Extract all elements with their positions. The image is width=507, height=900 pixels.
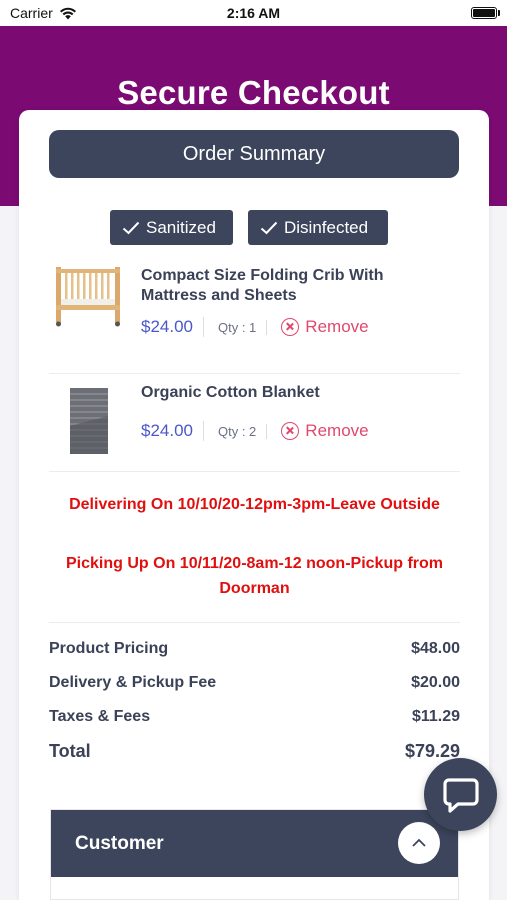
totals-section: Product Pricing $48.00 Delivery & Pickup…	[49, 632, 460, 768]
customer-header[interactable]: Customer	[51, 810, 458, 877]
order-summary-label: Order Summary	[182, 142, 326, 165]
customer-title: Customer	[75, 832, 164, 854]
item-name[interactable]: Organic Cotton Blanket	[141, 383, 441, 403]
pickup-notice: Picking Up On 10/11/20-8am-12 noon-Picku…	[66, 555, 443, 597]
badge-label: Sanitized	[146, 217, 216, 237]
chat-bubble-icon	[442, 777, 479, 813]
close-circle-icon	[281, 422, 300, 440]
totals-row-product-pricing: Product Pricing $48.00	[49, 632, 460, 666]
chevron-up-icon	[412, 838, 426, 847]
collapse-button[interactable]	[398, 822, 440, 864]
order-summary-button[interactable]: Order Summary	[49, 130, 459, 178]
status-bar: Carrier 2:16 AM	[0, 0, 507, 26]
divider	[49, 622, 460, 623]
disinfected-badge: Disinfected	[248, 210, 388, 245]
item-price: $24.00	[141, 421, 204, 441]
remove-label: Remove	[305, 317, 369, 336]
cart-item: Organic Cotton Blanket $24.00 Qty : 2 Re…	[49, 372, 460, 472]
item-name[interactable]: Compact Size Folding Crib With Mattress …	[141, 266, 441, 306]
totals-row-total: Total $79.29	[49, 734, 460, 768]
sanitized-badge: Sanitized	[110, 210, 233, 245]
item-qty[interactable]: Qty : 1	[204, 319, 268, 335]
status-time: 2:16 AM	[226, 5, 281, 21]
check-icon	[122, 221, 140, 234]
totals-value: $11.29	[411, 708, 460, 725]
totals-value: $48.00	[411, 640, 460, 657]
checkout-card: Order Summary Sanitized Disinfected Comp…	[19, 110, 489, 900]
cart-item: Compact Size Folding Crib With Mattress …	[49, 255, 460, 373]
badge-label: Disinfected	[284, 217, 369, 237]
totals-value: $20.00	[411, 674, 460, 691]
item-meta: $24.00 Qty : 2 Remove	[141, 421, 369, 441]
total-label: Total	[49, 740, 91, 761]
battery-nub	[498, 10, 500, 16]
battery-icon	[471, 7, 497, 19]
totals-label: Delivery & Pickup Fee	[49, 674, 217, 691]
page-title: Secure Checkout	[117, 74, 390, 111]
totals-row-delivery-fee: Delivery & Pickup Fee $20.00	[49, 666, 460, 700]
item-price: $24.00	[141, 317, 204, 337]
chat-button[interactable]	[424, 758, 497, 831]
remove-button[interactable]: Remove	[267, 317, 369, 337]
delivery-notice: Delivering On 10/10/20-12pm-3pm-Leave Ou…	[69, 496, 440, 513]
item-qty[interactable]: Qty : 2	[204, 423, 268, 439]
totals-label: Taxes & Fees	[49, 708, 151, 725]
crib-image	[49, 255, 127, 333]
item-meta: $24.00 Qty : 1 Remove	[141, 317, 369, 337]
blanket-image	[49, 382, 127, 460]
remove-label: Remove	[305, 421, 369, 440]
remove-button[interactable]: Remove	[267, 421, 369, 441]
totals-row-taxes: Taxes & Fees $11.29	[49, 700, 460, 734]
close-circle-icon	[281, 318, 300, 336]
check-icon	[260, 221, 278, 234]
customer-section: Customer	[50, 809, 459, 900]
totals-label: Product Pricing	[49, 640, 169, 657]
divider	[49, 471, 460, 472]
